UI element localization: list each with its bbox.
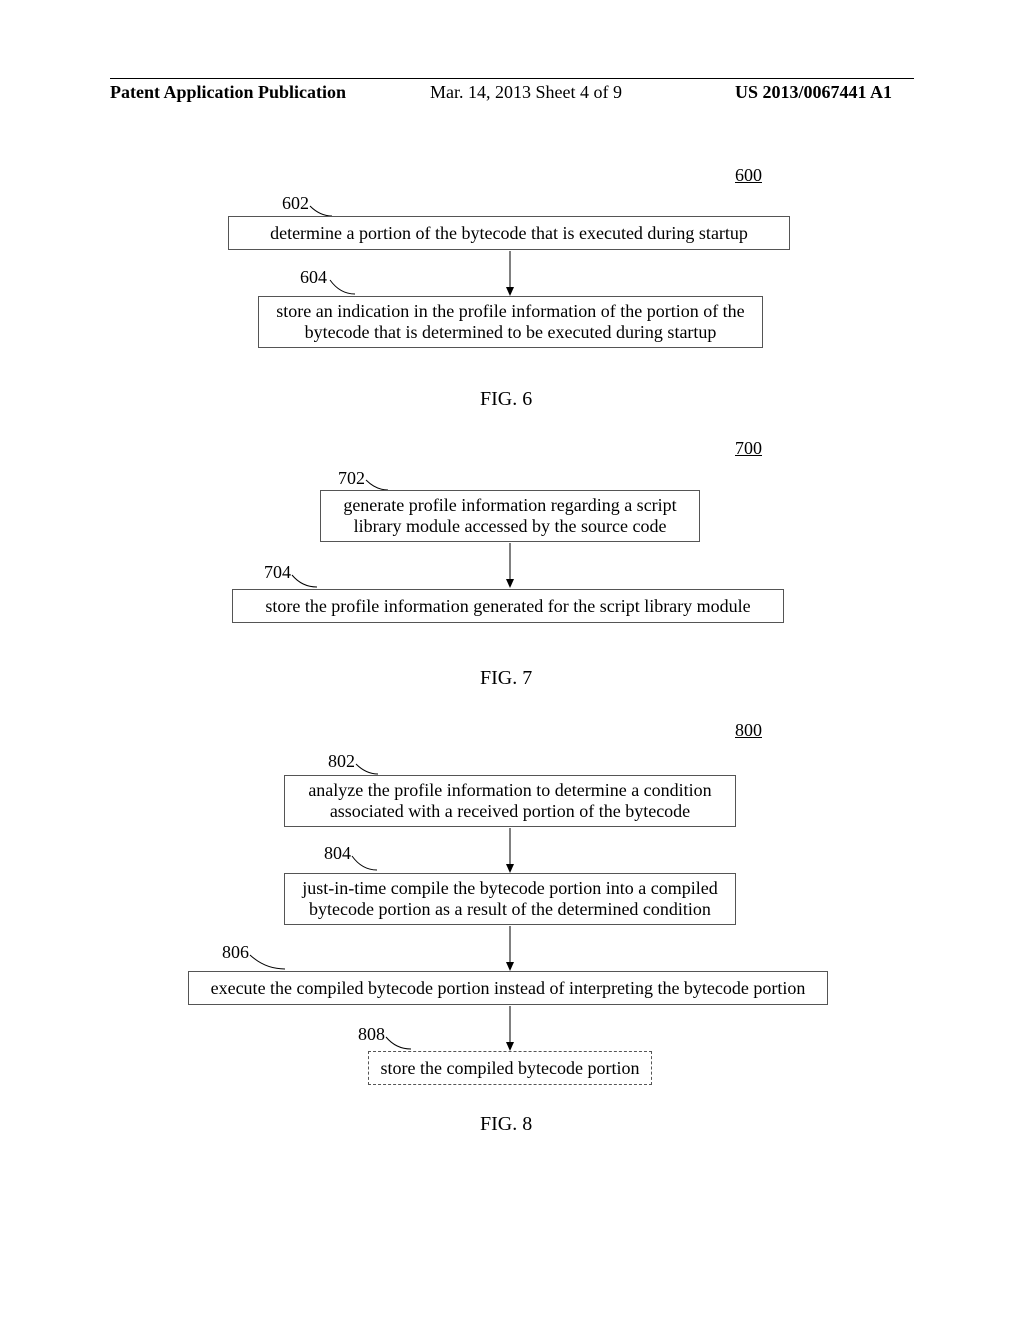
leader-702 xyxy=(366,472,396,492)
leader-704 xyxy=(292,567,322,589)
fig6-caption: FIG. 6 xyxy=(480,388,532,411)
fig7-caption: FIG. 7 xyxy=(480,667,532,690)
page: Patent Application Publication Mar. 14, … xyxy=(0,0,1024,1320)
fig6-label-602: 602 xyxy=(282,193,309,214)
fig8-box-806: execute the compiled bytecode portion in… xyxy=(188,971,828,1005)
fig6-box-604: store an indication in the profile infor… xyxy=(258,296,763,348)
header-left: Patent Application Publication xyxy=(110,82,346,103)
fig6-ref: 600 xyxy=(735,165,762,186)
fig6-box-602: determine a portion of the bytecode that… xyxy=(228,216,790,250)
arrow-602-604 xyxy=(505,251,515,296)
fig7-label-704: 704 xyxy=(264,562,291,583)
leader-806 xyxy=(250,947,290,972)
fig8-label-802: 802 xyxy=(328,751,355,772)
fig8-label-808: 808 xyxy=(358,1024,385,1045)
leader-604 xyxy=(330,272,360,297)
fig8-box-802: analyze the profile information to deter… xyxy=(284,775,736,827)
fig8-box-804: just-in-time compile the bytecode portio… xyxy=(284,873,736,925)
fig7-label-702: 702 xyxy=(338,468,365,489)
arrow-802-804 xyxy=(505,828,515,873)
leader-602 xyxy=(310,198,340,218)
leader-808 xyxy=(386,1029,416,1051)
leader-804 xyxy=(352,848,382,873)
fig7-ref: 700 xyxy=(735,438,762,459)
leader-802 xyxy=(356,756,386,776)
header-rule xyxy=(110,78,914,79)
arrow-702-704 xyxy=(505,543,515,588)
fig7-box-704: store the profile information generated … xyxy=(232,589,784,623)
fig8-ref: 800 xyxy=(735,720,762,741)
fig8-label-806: 806 xyxy=(222,942,249,963)
fig8-box-808: store the compiled bytecode portion xyxy=(368,1051,652,1085)
fig8-label-804: 804 xyxy=(324,843,351,864)
arrow-806-808 xyxy=(505,1006,515,1051)
arrow-804-806 xyxy=(505,926,515,971)
fig7-box-702: generate profile information regarding a… xyxy=(320,490,700,542)
fig6-label-604: 604 xyxy=(300,267,327,288)
header-center: Mar. 14, 2013 Sheet 4 of 9 xyxy=(430,82,622,103)
fig8-caption: FIG. 8 xyxy=(480,1113,532,1136)
header-right: US 2013/0067441 A1 xyxy=(735,82,892,103)
